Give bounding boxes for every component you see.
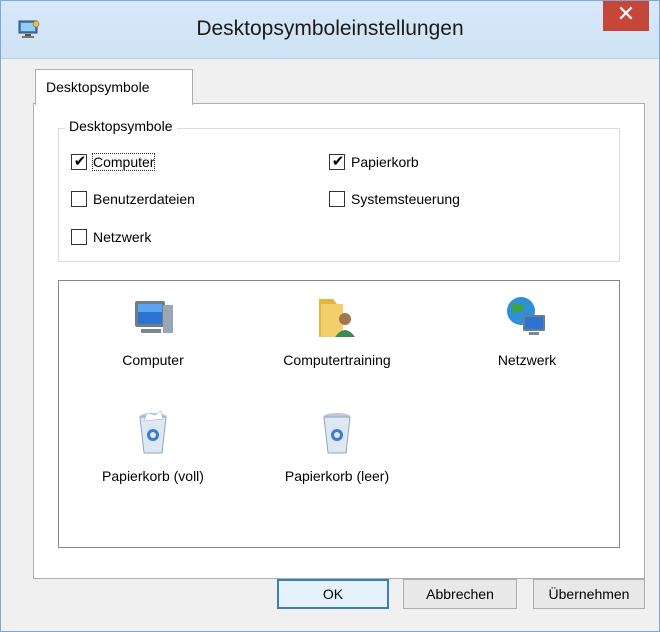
title-bar[interactable]: Desktopsymboleinstellungen ✕ xyxy=(1,1,659,59)
checkbox-box[interactable] xyxy=(71,191,87,207)
icon-caption: Computertraining xyxy=(283,352,391,368)
checkbox-label-computer: Computer xyxy=(91,153,156,171)
recycle-bin-full-icon xyxy=(139,410,167,454)
checkbox-papierkorb[interactable]: ✔ Papierkorb xyxy=(329,152,419,172)
checkbox-label-netzwerk: Netzwerk xyxy=(93,229,152,245)
close-button[interactable]: ✕ xyxy=(603,1,649,31)
checkbox-label-papierkorb: Papierkorb xyxy=(351,154,419,170)
checkbox-box[interactable] xyxy=(329,191,345,207)
check-mark-icon: ✔ xyxy=(331,152,345,170)
icon-caption: Papierkorb (leer) xyxy=(284,468,390,484)
check-mark-icon: ✔ xyxy=(73,152,87,170)
checkbox-label-benutzerdateien: Benutzerdateien xyxy=(93,191,195,207)
user-folder-icon xyxy=(319,299,355,337)
checkbox-box[interactable] xyxy=(71,229,87,245)
desktop-icons-group: Desktopsymbole ✔ Computer ✔ Papierkorb B… xyxy=(58,118,620,262)
checkbox-computer[interactable]: ✔ Computer xyxy=(71,152,156,172)
checkbox-box[interactable]: ✔ xyxy=(71,152,87,170)
dialog-window: Desktopsymboleinstellungen ✕ Desktopsymb… xyxy=(0,0,660,632)
group-legend: Desktopsymbole xyxy=(65,118,177,134)
checkbox-netzwerk[interactable]: Netzwerk xyxy=(71,227,151,247)
cancel-button[interactable]: Abbrechen xyxy=(403,579,517,609)
list-item-netzwerk[interactable]: Netzwerk xyxy=(447,291,607,368)
checkbox-systemsteuerung[interactable]: Systemsteuerung xyxy=(329,189,460,209)
apply-button[interactable]: Übernehmen xyxy=(533,579,645,609)
checkbox-benutzerdateien[interactable]: Benutzerdateien xyxy=(71,189,195,209)
list-item-papierkorb-leer[interactable]: Papierkorb (leer) xyxy=(257,407,417,484)
list-item-papierkorb-voll[interactable]: Papierkorb (voll) xyxy=(73,407,233,484)
window-title: Desktopsymboleinstellungen xyxy=(196,17,464,40)
icon-list-view[interactable]: Computer Computertraining Netzwerk Papie… xyxy=(58,280,620,548)
icon-caption: Computer xyxy=(122,352,184,368)
list-item-computertraining[interactable]: Computertraining xyxy=(257,291,417,368)
tab-panel: Desktopsymbole ✔ Computer ✔ Papierkorb B… xyxy=(33,103,645,579)
checkbox-label-systemsteuerung: Systemsteuerung xyxy=(351,191,460,207)
recycle-bin-empty-icon xyxy=(323,413,351,454)
icon-caption: Netzwerk xyxy=(497,352,557,368)
icon-caption: Papierkorb (voll) xyxy=(102,468,204,484)
network-icon xyxy=(507,297,545,335)
dialog-client-area: Desktopsymbole Desktopsymbole ✔ Computer… xyxy=(9,59,651,625)
close-icon: ✕ xyxy=(616,2,636,27)
checkbox-box[interactable]: ✔ xyxy=(329,152,345,170)
list-item-computer[interactable]: Computer xyxy=(73,291,233,368)
computer-icon xyxy=(135,301,173,333)
tab-desktopsymbole[interactable]: Desktopsymbole xyxy=(35,69,193,105)
ok-button[interactable]: OK xyxy=(277,579,389,609)
